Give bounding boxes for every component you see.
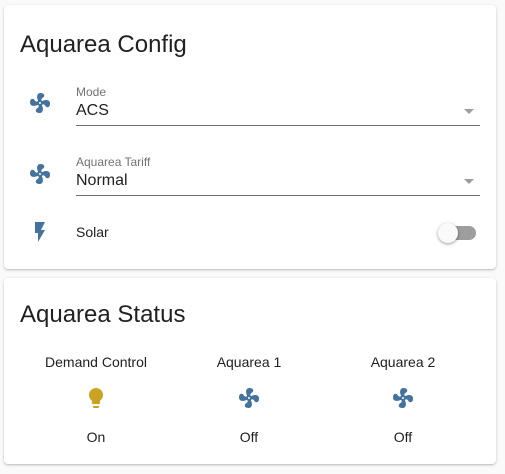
dropdown-arrow-icon[interactable] [464, 109, 474, 114]
entity-name: Demand Control [45, 354, 147, 370]
mode-underline [76, 125, 480, 126]
entity-state: On [86, 429, 106, 445]
config-card: Aquarea Config Mode ACS Aquarea Tariff N… [4, 5, 496, 269]
dropdown-arrow-icon[interactable] [464, 179, 474, 184]
flash-icon [28, 220, 52, 244]
fan-icon[interactable] [237, 386, 261, 410]
solar-label: Solar [76, 224, 109, 240]
status-card: Aquarea Status Demand Control On Aquarea… [4, 278, 496, 464]
toggle-thumb[interactable] [438, 223, 458, 243]
status-card-title: Aquarea Status [20, 301, 186, 328]
solar-toggle[interactable] [438, 223, 478, 243]
tariff-underline [76, 195, 480, 196]
fan-icon [28, 91, 52, 115]
entity-name: Aquarea 2 [370, 354, 436, 370]
entity-state: Off [393, 429, 413, 445]
lightbulb-icon[interactable] [84, 386, 108, 410]
entity-state: Off [239, 429, 259, 445]
entity-name: Aquarea 1 [216, 354, 282, 370]
mode-value: ACS [76, 102, 109, 119]
config-card-title: Aquarea Config [20, 31, 187, 58]
fan-icon [28, 162, 52, 186]
tariff-label: Aquarea Tariff [76, 155, 151, 169]
tariff-value: Normal [76, 172, 128, 189]
fan-icon[interactable] [391, 386, 415, 410]
mode-label: Mode [76, 85, 107, 99]
